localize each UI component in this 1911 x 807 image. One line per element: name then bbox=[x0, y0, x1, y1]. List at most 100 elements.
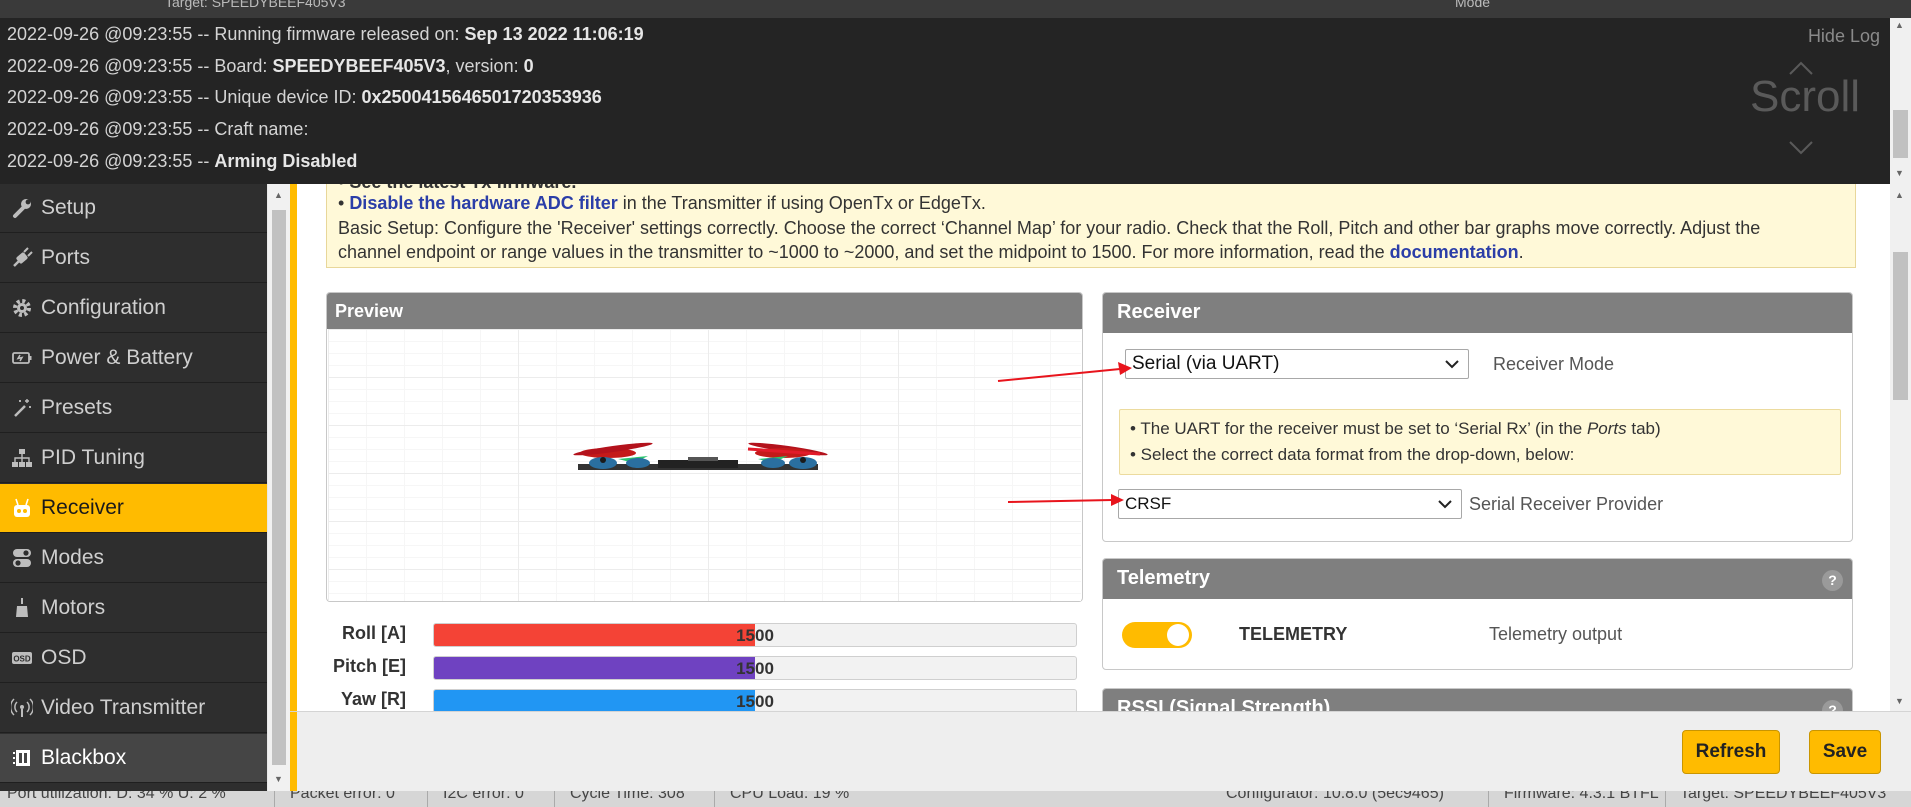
sidebar-item-label: PID Tuning bbox=[41, 446, 145, 469]
sidebar: Setup Ports Configuration Power & Batter… bbox=[0, 184, 267, 791]
note-line: • Disable the hardware ADC filter in the… bbox=[338, 193, 986, 213]
preview-panel: Preview bbox=[326, 292, 1083, 602]
sidebar-item-video-transmitter[interactable]: Video Transmitter bbox=[0, 684, 267, 733]
channel-label: Pitch [E] bbox=[332, 656, 406, 676]
cpu-load: CPU Load: 19 % bbox=[730, 791, 850, 802]
telemetry-toggle[interactable] bbox=[1122, 622, 1192, 648]
drone-model-icon bbox=[573, 442, 828, 470]
receiver-mode-value: Serial (via UART) bbox=[1132, 353, 1280, 374]
sidebar-item-label: OSD bbox=[41, 646, 87, 669]
sidebar-item-receiver[interactable]: Receiver bbox=[0, 484, 267, 533]
hide-log-link[interactable]: Hide Log bbox=[1808, 26, 1880, 47]
sidebar-item-label: Receiver bbox=[41, 496, 124, 519]
sidebar-item-label: Video Transmitter bbox=[41, 696, 206, 719]
sidebar-item-label: Presets bbox=[41, 396, 113, 419]
annotation-arrow-icon bbox=[997, 362, 1132, 506]
scroll-up-arrow-icon[interactable]: ▲ bbox=[1895, 20, 1904, 30]
i2c-error: I2C error: 0 bbox=[443, 791, 524, 802]
channel-label: Yaw [R] bbox=[340, 689, 406, 709]
scroll-label: Scroll bbox=[1750, 72, 1861, 121]
save-button[interactable]: Save bbox=[1809, 730, 1881, 774]
top-header-strip: Target: SPEEDYBEEF405V3 Mode bbox=[0, 0, 1911, 18]
channel-bar-track: 1500 bbox=[433, 623, 1077, 647]
blackbox-icon bbox=[11, 747, 33, 769]
log-panel: 2022-09-26 @09:23:55 -- Running firmware… bbox=[0, 18, 1890, 184]
firmware-version: Firmware: 4.3.1 BTFL bbox=[1504, 791, 1659, 802]
channel-row: Yaw [R] 1500 bbox=[326, 687, 1116, 711]
log-scrollbar[interactable]: ▲ ▼ bbox=[1890, 18, 1911, 184]
chevron-down-icon bbox=[1789, 141, 1813, 155]
sidebar-item-label: Modes bbox=[41, 546, 105, 569]
status-bar: Port utilization: D: 34 % U: 2 % Packet … bbox=[0, 791, 1911, 807]
wrench-icon bbox=[11, 197, 33, 219]
channel-bar-track: 1500 bbox=[433, 689, 1077, 711]
scroll-hint[interactable]: Scroll bbox=[1750, 52, 1861, 162]
log-line: 2022-09-26 @09:23:55 -- Arming Disabled bbox=[7, 151, 358, 171]
note-line: Basic Setup: Configure the 'Receiver' se… bbox=[338, 218, 1761, 238]
scroll-up-arrow-icon[interactable]: ▲ bbox=[1895, 190, 1904, 200]
refresh-button[interactable]: Refresh bbox=[1682, 730, 1780, 774]
serial-receiver-provider-select[interactable]: CRSF bbox=[1118, 489, 1462, 519]
receiver-mode-select[interactable]: Serial (via UART) bbox=[1125, 349, 1469, 379]
disable-adc-filter-link[interactable]: Disable the hardware ADC filter bbox=[349, 193, 617, 213]
preview-title: Preview bbox=[327, 293, 1082, 329]
log-line: 2022-09-26 @09:23:55 -- Unique device ID… bbox=[7, 87, 602, 107]
osd-icon: OSD bbox=[11, 647, 33, 669]
receiver-tab-content: • See the latest Tx firmware. • Disable … bbox=[290, 184, 1890, 711]
rssi-title: RSSI (Signal Strength) bbox=[1103, 689, 1852, 711]
telemetry-description: Telemetry output bbox=[1489, 624, 1623, 644]
log-line: 2022-09-26 @09:23:55 -- Craft name: bbox=[7, 119, 309, 139]
sidebar-item-power-battery[interactable]: Power & Battery bbox=[0, 334, 267, 383]
sidebar-item-label: Configuration bbox=[41, 296, 166, 319]
sidebar-item-ports[interactable]: Ports bbox=[0, 234, 267, 283]
rssi-panel: RSSI (Signal Strength) ? bbox=[1102, 688, 1853, 711]
channel-label: Roll [A] bbox=[342, 623, 406, 643]
sidebar-item-motors[interactable]: Motors bbox=[0, 584, 267, 633]
log-line: 2022-09-26 @09:23:55 -- Board: SPEEDYBEE… bbox=[7, 56, 534, 76]
sidebar-scrollbar-thumb[interactable] bbox=[272, 210, 286, 765]
note-line: • See the latest Tx firmware. bbox=[338, 184, 576, 193]
receiver-help-note: • See the latest Tx firmware. • Disable … bbox=[326, 184, 1856, 268]
cycle-time: Cycle Time: 308 bbox=[570, 791, 685, 802]
sidebar-item-blackbox[interactable]: Blackbox bbox=[0, 734, 267, 783]
motor-icon bbox=[11, 597, 33, 619]
sidebar-item-label: Setup bbox=[41, 196, 96, 219]
antenna-icon bbox=[11, 697, 33, 719]
telemetry-toggle-label: TELEMETRY bbox=[1239, 624, 1348, 644]
sidebar-item-pid-tuning[interactable]: PID Tuning bbox=[0, 434, 267, 483]
bottom-toolbar: Refresh Save bbox=[290, 711, 1911, 792]
scroll-down-arrow-icon[interactable]: ▼ bbox=[274, 774, 283, 784]
sidebar-item-osd[interactable]: OSD OSD bbox=[0, 634, 267, 683]
scroll-down-arrow-icon[interactable]: ▼ bbox=[1895, 168, 1904, 178]
sidebar-item-label: Power & Battery bbox=[41, 346, 193, 369]
receiver-mode-label: Receiver Mode bbox=[1493, 354, 1615, 374]
content-scrollbar-thumb[interactable] bbox=[1893, 252, 1908, 400]
chevron-down-icon bbox=[1445, 360, 1459, 369]
help-icon[interactable]: ? bbox=[1822, 570, 1843, 591]
note-line: channel endpoint or range values in the … bbox=[338, 242, 1524, 262]
telemetry-panel: Telemetry ? TELEMETRY Telemetry output bbox=[1102, 558, 1853, 670]
sidebar-item-configuration[interactable]: Configuration bbox=[0, 284, 267, 333]
chevron-down-icon bbox=[1438, 500, 1452, 509]
magic-wand-icon bbox=[11, 397, 33, 419]
serial-provider-label: Serial Receiver Provider bbox=[1469, 494, 1664, 514]
sidebar-item-presets[interactable]: Presets bbox=[0, 384, 267, 433]
sidebar-item-modes[interactable]: Modes bbox=[0, 534, 267, 583]
receiver-uart-note: • The UART for the receiver must be set … bbox=[1119, 409, 1841, 475]
gear-icon bbox=[11, 297, 33, 319]
documentation-link[interactable]: documentation bbox=[1390, 242, 1519, 262]
channel-row: Pitch [E] 1500 bbox=[326, 654, 1116, 680]
toolbar-accent-bar bbox=[290, 712, 297, 792]
scroll-up-arrow-icon[interactable]: ▲ bbox=[274, 190, 283, 200]
sidebar-item-setup[interactable]: Setup bbox=[0, 184, 267, 233]
content-accent-bar bbox=[290, 184, 297, 711]
scroll-down-arrow-icon[interactable]: ▼ bbox=[1895, 696, 1904, 706]
sidebar-scrollbar[interactable]: ▲ ▼ bbox=[268, 184, 290, 791]
log-scrollbar-thumb[interactable] bbox=[1893, 110, 1908, 158]
content-scrollbar[interactable]: ▲ ▼ bbox=[1890, 184, 1911, 711]
preview-3d-view[interactable] bbox=[328, 329, 1081, 601]
plug-icon bbox=[11, 247, 33, 269]
channel-row: Roll [A] 1500 bbox=[326, 621, 1116, 647]
channel-value: 1500 bbox=[736, 659, 774, 678]
port-utilization: Port utilization: D: 34 % U: 2 % bbox=[7, 791, 226, 802]
